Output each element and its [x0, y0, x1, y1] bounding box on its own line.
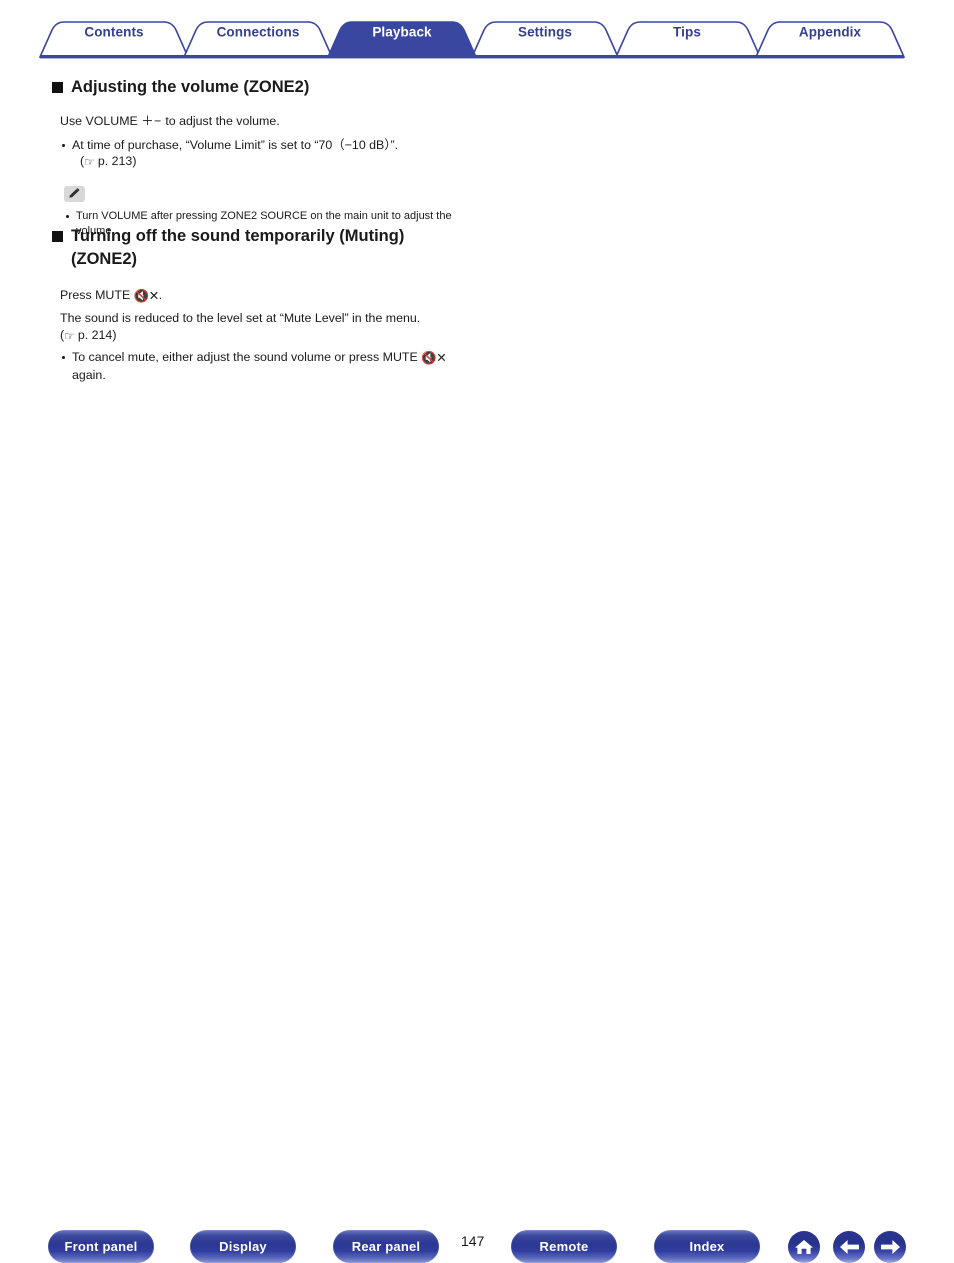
- front-panel-label: Front panel: [64, 1239, 138, 1254]
- index-button[interactable]: Index: [654, 1230, 760, 1263]
- page-reference-text: p. 214: [77, 327, 113, 342]
- remote-button[interactable]: Remote: [511, 1230, 617, 1263]
- tab-connections[interactable]: Connections: [217, 25, 300, 40]
- rear-panel-button[interactable]: Rear panel: [333, 1230, 439, 1263]
- arrow-left-icon[interactable]: [833, 1231, 865, 1263]
- mute-speaker-icon: 🔇✕: [133, 288, 160, 303]
- page-reference[interactable]: (☞ p. 214): [60, 327, 116, 343]
- volume-limit-note: At time of purchase, “Volume Limit” is s…: [72, 137, 399, 152]
- mute-notes-list: To cancel mute, either adjust the sound …: [52, 349, 572, 383]
- display-button[interactable]: Display: [190, 1230, 296, 1263]
- heading-text-line-2: (ZONE2): [71, 250, 137, 269]
- rear-panel-label: Rear panel: [351, 1239, 421, 1254]
- mute-speaker-icon: 🔇✕: [421, 351, 447, 366]
- section-muting: Turning off the sound temporarily (Mutin…: [52, 225, 572, 383]
- volume-notes-list: At time of purchase, “Volume Limit” is s…: [52, 137, 572, 170]
- tab-contents[interactable]: Contents: [84, 25, 143, 40]
- mute-instruction-post: .: [158, 287, 163, 302]
- section-heading-adjusting-volume: Adjusting the volume (ZONE2): [52, 76, 572, 99]
- pointing-hand-icon: ☞: [64, 328, 75, 343]
- index-label: Index: [689, 1239, 725, 1254]
- cancel-mute-note-line-2: again.: [72, 367, 106, 382]
- cancel-mute-note: To cancel mute, either adjust the sound …: [72, 350, 422, 365]
- volume-instruction-post: to adjust the volume.: [161, 114, 280, 129]
- display-label: Display: [219, 1239, 267, 1254]
- tab-settings[interactable]: Settings: [518, 25, 572, 40]
- section-heading-muting: Turning off the sound temporarily (Mutin…: [52, 225, 572, 272]
- page-reference-text: p. 213: [97, 154, 133, 169]
- tab-playback[interactable]: Playback: [372, 25, 431, 40]
- mute-detail-text: The sound is reduced to the level set at…: [60, 311, 421, 326]
- plus-minus-icon: ＋−: [141, 114, 162, 129]
- square-bullet-icon: [52, 231, 63, 242]
- home-icon[interactable]: [788, 1231, 820, 1263]
- tab-tips[interactable]: Tips: [673, 25, 701, 40]
- heading-text-line-1: Turning off the sound temporarily (Mutin…: [71, 227, 405, 245]
- tab-bar: Contents Connections Playback Settings T…: [0, 0, 954, 62]
- list-item: To cancel mute, either adjust the sound …: [60, 349, 572, 383]
- page-reference[interactable]: (☞ p. 213): [72, 153, 136, 169]
- mute-instruction-pre: Press MUTE: [60, 287, 134, 302]
- mute-instruction: Press MUTE 🔇✕.: [52, 287, 572, 305]
- volume-instruction-pre: Use VOLUME: [60, 114, 142, 129]
- volume-instruction: Use VOLUME ＋− to adjust the volume.: [52, 113, 572, 129]
- square-bullet-icon: [52, 82, 63, 93]
- pencil-icon: [64, 185, 85, 202]
- tab-appendix[interactable]: Appendix: [799, 25, 861, 40]
- front-panel-button[interactable]: Front panel: [48, 1230, 154, 1263]
- pointing-hand-icon: ☞: [84, 155, 95, 170]
- heading-text: Adjusting the volume (ZONE2): [71, 78, 310, 96]
- section-adjusting-volume: Adjusting the volume (ZONE2) Use VOLUME …: [52, 76, 572, 238]
- list-item: At time of purchase, “Volume Limit” is s…: [60, 137, 572, 170]
- footer-nav: Front panel Display Rear panel 147 Remot…: [0, 611, 954, 1263]
- page-number: 147: [461, 1233, 485, 1249]
- mute-detail: The sound is reduced to the level set at…: [52, 310, 572, 343]
- remote-label: Remote: [539, 1239, 589, 1254]
- arrow-right-icon[interactable]: [874, 1231, 906, 1263]
- note-line-1: Turn VOLUME after pressing ZONE2 SOURCE …: [76, 209, 452, 222]
